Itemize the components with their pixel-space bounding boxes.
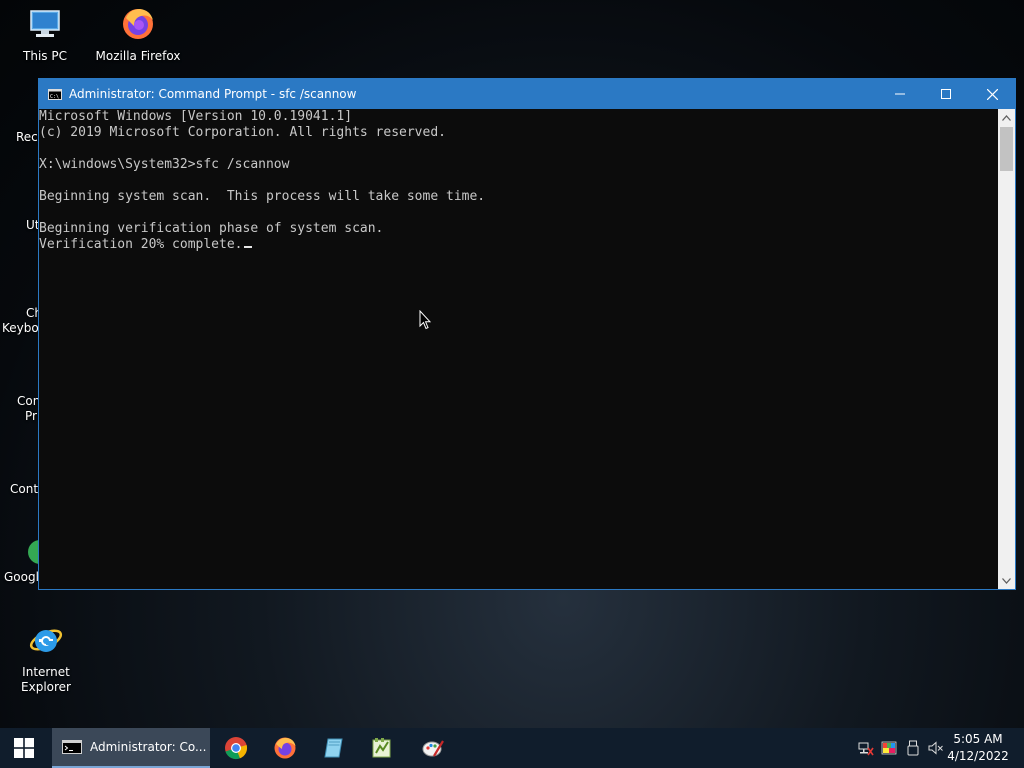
window-titlebar[interactable]: C:\ Administrator: Command Prompt - sfc …: [39, 79, 1015, 109]
console-line-text: Verification 20% complete.: [39, 237, 243, 252]
windows-logo-icon: [14, 738, 34, 758]
close-button[interactable]: [969, 79, 1015, 109]
start-button[interactable]: [0, 728, 48, 768]
firefox-icon: [123, 9, 153, 39]
maximize-button[interactable]: [923, 79, 969, 109]
clock-date: 4/12/2022: [947, 749, 1009, 763]
command-prompt-icon: C:\: [48, 88, 62, 100]
window-title: Administrator: Command Prompt - sfc /sca…: [69, 87, 357, 101]
console-line: Microsoft Windows [Version 10.0.19041.1]: [39, 109, 353, 124]
console-line-current: Verification 20% complete.: [39, 237, 998, 253]
close-icon: [986, 88, 998, 100]
chevron-down-icon: [1002, 577, 1011, 584]
desktop-icon-internet-explorer[interactable]: Internet Explorer: [0, 622, 94, 695]
taskbar: Administrator: Co... 5:05 AM 4/12/2022: [0, 728, 1024, 768]
desktop-icon-command-prompt[interactable]: Con Pr: [17, 394, 40, 424]
console-line: Beginning system scan. This process will…: [39, 189, 486, 204]
volume-muted-icon[interactable]: [928, 740, 944, 756]
desktop-icon-label: Mozilla Firefox: [95, 49, 181, 63]
minimize-button[interactable]: [877, 79, 923, 109]
desktop-icon-google-chrome[interactable]: Googl: [4, 540, 40, 585]
command-prompt-window[interactable]: C:\ Administrator: Command Prompt - sfc …: [38, 78, 1016, 590]
maximize-icon: [941, 89, 951, 99]
taskbar-item-label: Administrator: Co...: [90, 740, 207, 754]
firefox-icon[interactable]: [273, 736, 297, 760]
desktop-icon-this-pc[interactable]: This PC: [0, 6, 93, 64]
notepad-icon[interactable]: [322, 736, 346, 760]
desktop-icon-label: This PC: [23, 49, 67, 63]
taskbar-item-command-prompt[interactable]: Administrator: Co...: [52, 728, 210, 768]
usb-icon[interactable]: [905, 740, 921, 756]
minimize-icon: [895, 93, 905, 95]
console-line: X:\windows\System32>sfc /scannow: [39, 157, 290, 172]
desktop-icon-label: Pr: [25, 409, 37, 423]
vertical-scrollbar[interactable]: [998, 109, 1015, 589]
chrome-icon: [28, 540, 40, 564]
mouse-pointer-icon: [419, 310, 431, 330]
notepad-plus-icon[interactable]: [370, 736, 394, 760]
color-icon[interactable]: [881, 740, 897, 756]
desktop-icon-mozilla-firefox[interactable]: Mozilla Firefox: [90, 6, 186, 64]
taskbar-clock[interactable]: 5:05 AM 4/12/2022: [946, 731, 1010, 765]
console-line: (c) 2019 Microsoft Corporation. All righ…: [39, 125, 446, 140]
text-cursor: [243, 246, 252, 248]
console-output[interactable]: Microsoft Windows [Version 10.0.19041.1]…: [39, 109, 998, 589]
command-prompt-icon: [62, 740, 82, 754]
network-icon[interactable]: [858, 740, 874, 756]
scrollbar-thumb[interactable]: [1000, 127, 1013, 171]
scroll-up-button[interactable]: [998, 109, 1015, 126]
desktop-icon-label: Internet Explorer: [21, 665, 71, 694]
desktop-icon-label: Con: [17, 394, 41, 408]
scroll-down-button[interactable]: [998, 572, 1015, 589]
desktop-icon-label: Googl: [4, 570, 39, 584]
svg-text:C:\: C:\: [50, 94, 59, 100]
clock-time: 5:05 AM: [953, 732, 1003, 746]
paint-icon[interactable]: [421, 736, 445, 760]
console-line: Beginning verification phase of system s…: [39, 221, 384, 236]
this-pc-icon: [30, 10, 60, 37]
chrome-icon[interactable]: [224, 736, 248, 760]
chevron-up-icon: [1002, 114, 1011, 121]
internet-explorer-icon: [29, 629, 63, 652]
